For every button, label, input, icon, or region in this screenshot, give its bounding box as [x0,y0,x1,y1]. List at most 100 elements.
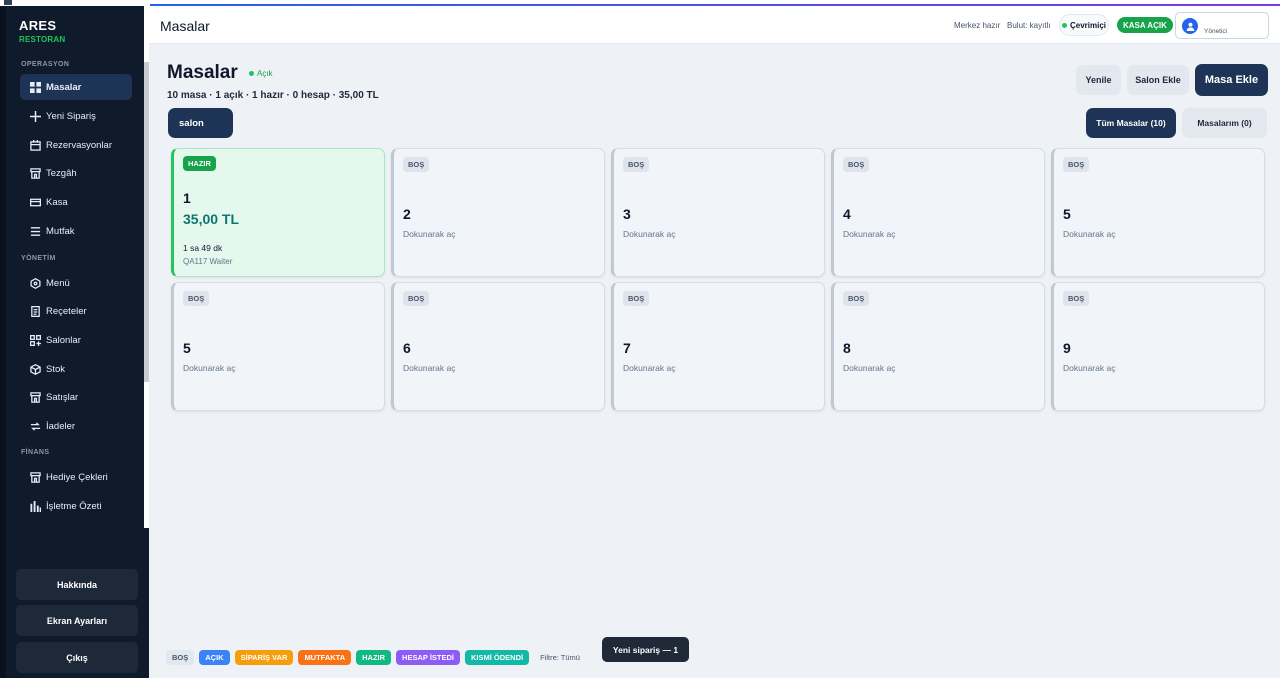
table-number: 8 [843,340,851,356]
refresh-button[interactable]: Yenile [1076,65,1121,95]
user-role: Yönetici [1204,28,1228,35]
table-status-badge: BOŞ [843,291,870,306]
online-status: Çevrimiçi [1059,14,1109,36]
table-card-8[interactable]: BOŞ 7 Dokunarak aç [611,282,825,411]
return-icon [29,420,41,432]
table-number: 5 [1063,206,1071,222]
bar-chart-icon [29,500,41,512]
brand-subtitle: RESTORAN [19,35,66,44]
table-card-5[interactable]: BOŞ 5 Dokunarak aç [1051,148,1265,277]
sidebar-item-satislar[interactable]: Satışlar [20,384,132,410]
logout-button[interactable]: Çıkış [16,642,138,673]
sidebar-item-salonlar[interactable]: Salonlar [20,327,132,353]
user-menu[interactable]: Yönetici [1175,12,1269,39]
sidebar-item-label: Tezgâh [46,167,77,179]
status-dot-icon [249,71,254,76]
sidebar-item-stok[interactable]: Stok [20,356,132,382]
table-card-4[interactable]: BOŞ 4 Dokunarak aç [831,148,1045,277]
sidebar-item-masalar[interactable]: Masalar [20,74,132,100]
table-hint: Dokunarak aç [623,363,676,373]
table-waiter: QA117 Waiter [183,257,233,266]
app-icon [4,0,12,5]
legend-mutfakta[interactable]: MUTFAKTA [298,650,352,665]
table-card-2[interactable]: BOŞ 2 Dokunarak aç [391,148,605,277]
table-status-badge: HAZIR [183,156,216,171]
sidebar-item-hediye-cekleri[interactable]: Hediye Çekleri [20,464,132,490]
sidebar-item-label: Satışlar [46,391,79,403]
grid-plus-icon [29,334,41,346]
legend-bos[interactable]: BOŞ [166,650,195,665]
sidebar-scrollbar[interactable] [144,6,149,528]
sidebar-item-label: Reçeteler [46,305,87,317]
table-hint: Dokunarak aç [183,363,236,373]
table-hint: Dokunarak aç [1063,363,1116,373]
top-header: Masalar Merkez hazır Bulut: kayıtlı Çevr… [149,6,1280,44]
sidebar-item-label: Hediye Çekleri [46,471,108,483]
table-hint: Dokunarak aç [403,363,456,373]
sidebar: ARES RESTORAN OPERASYON Masalar Yeni Sip… [0,6,149,678]
brand: ARES RESTORAN [19,18,65,44]
table-amount: 35,00 TL [183,211,240,227]
brand-name: ARES [19,18,57,33]
register-status-badge: KASA AÇIK [1117,17,1173,33]
gift-icon [29,471,41,483]
sidebar-item-rezervasyonlar[interactable]: Rezervasyonlar [20,132,132,158]
table-hint: Dokunarak aç [843,229,896,239]
about-button[interactable]: Hakkında [16,569,138,600]
sidebar-item-label: Salonlar [46,334,81,346]
page-status: Açık [249,69,273,78]
filter-all-tables[interactable]: Tüm Masalar (10) [1086,108,1176,138]
sidebar-item-tezgah[interactable]: Tezgâh [20,160,132,186]
document-icon [29,305,41,317]
sidebar-item-iadeler[interactable]: İadeler [20,413,132,439]
sidebar-item-label: Kasa [46,196,68,208]
table-status-badge: BOŞ [1063,291,1090,306]
sidebar-item-kasa[interactable]: Kasa [20,189,132,215]
add-salon-button[interactable]: Salon Ekle [1127,65,1189,95]
grid-icon [29,81,41,93]
legend-filter-label: Filtre: Tümü [540,653,580,662]
cash-icon [29,196,41,208]
table-card-6[interactable]: BOŞ 5 Dokunarak aç [171,282,385,411]
table-hint: Dokunarak aç [623,229,676,239]
table-number: 2 [403,206,411,222]
status-legend: BOŞ AÇIK SİPARİŞ VAR MUTFAKTA HAZIR HESA… [166,650,580,665]
legend-acik[interactable]: AÇIK [199,650,230,665]
table-card-9[interactable]: BOŞ 8 Dokunarak aç [831,282,1045,411]
legend-hesap-istedi[interactable]: HESAP İSTEDİ [396,650,461,665]
table-number: 5 [183,340,191,356]
section-label-management: YÖNETİM [21,255,56,262]
sidebar-item-menu[interactable]: Menü [20,270,132,296]
table-duration: 1 sa 49 dk [183,243,223,253]
plus-icon [29,110,41,122]
sidebar-scrollbar-thumb[interactable] [144,62,149,382]
table-card-10[interactable]: BOŞ 9 Dokunarak aç [1051,282,1265,411]
table-number: 7 [623,340,631,356]
add-table-button[interactable]: Masa Ekle [1195,64,1268,96]
sidebar-item-mutfak[interactable]: Mutfak [20,218,132,244]
legend-kismi-odendi[interactable]: KISMİ ÖDENDİ [465,650,530,665]
sidebar-item-yeni-siparis[interactable]: Yeni Sipariş [20,103,132,129]
cloud-status: Bulut: kayıtlı [1007,21,1051,30]
table-status-badge: BOŞ [183,291,210,306]
table-status-badge: BOŞ [623,291,650,306]
table-card-7[interactable]: BOŞ 6 Dokunarak aç [391,282,605,411]
table-number: 4 [843,206,851,222]
sidebar-item-label: Rezervasyonlar [46,139,112,151]
table-card-1[interactable]: HAZIR 1 35,00 TL 1 sa 49 dk QA117 Waiter [171,148,385,277]
filter-my-tables[interactable]: Masalarım (0) [1182,108,1267,138]
new-order-toast[interactable]: Yeni sipariş — 1 [602,637,689,662]
calendar-icon [29,139,41,151]
table-status-badge: BOŞ [403,291,430,306]
header-title: Masalar [160,18,210,34]
sidebar-item-receteler[interactable]: Reçeteler [20,298,132,324]
sidebar-item-isletme-ozeti[interactable]: İşletme Özeti [20,493,132,519]
legend-siparis-var[interactable]: SİPARİŞ VAR [234,650,294,665]
tab-salon[interactable]: salon [168,108,233,138]
screen-settings-button[interactable]: Ekran Ayarları [16,605,138,636]
table-number: 3 [623,206,631,222]
table-hint: Dokunarak aç [1063,229,1116,239]
legend-hazir[interactable]: HAZIR [356,650,392,665]
sidebar-item-label: Yeni Sipariş [46,110,96,122]
table-card-3[interactable]: BOŞ 3 Dokunarak aç [611,148,825,277]
